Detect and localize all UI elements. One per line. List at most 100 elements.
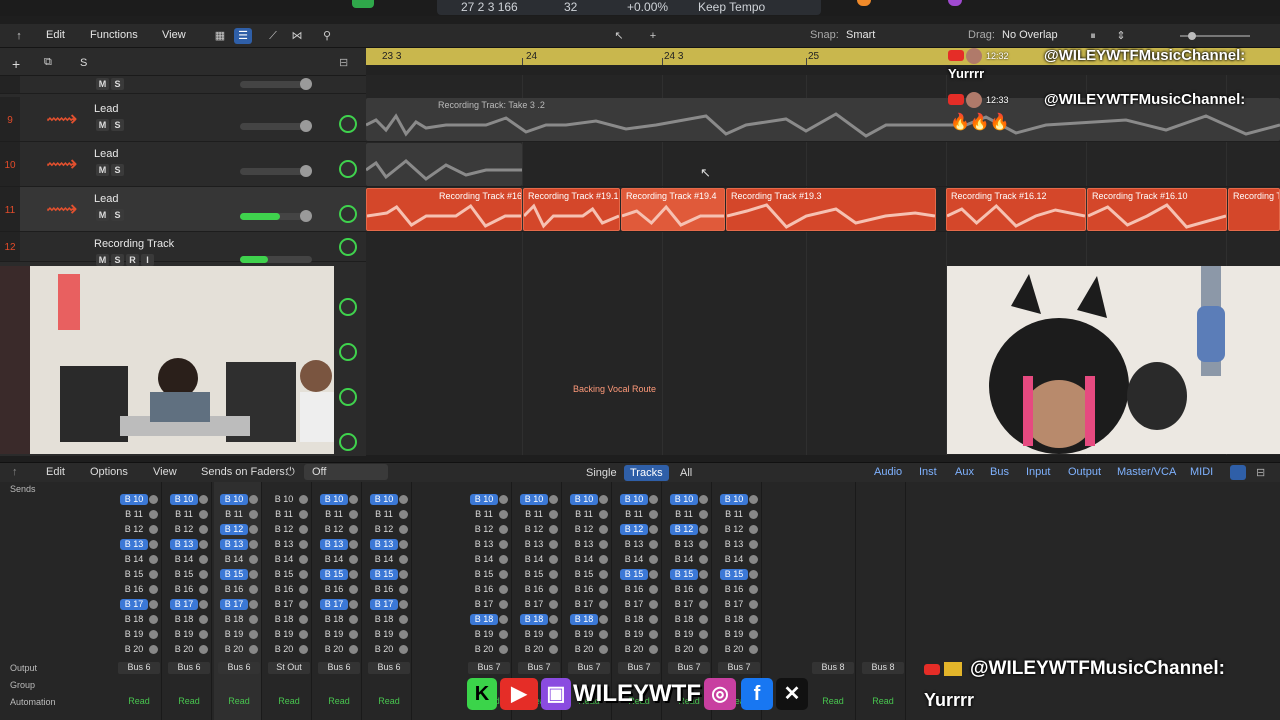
send-slot[interactable]: B 12: [118, 524, 160, 536]
snap-select[interactable]: Smart: [846, 29, 875, 41]
send-level-knob[interactable]: [149, 600, 158, 609]
send-level-knob[interactable]: [599, 495, 608, 504]
send-slot[interactable]: B 17: [668, 599, 710, 611]
send-slot[interactable]: B 11: [168, 509, 210, 521]
track-name[interactable]: Lead: [94, 193, 118, 205]
send-slot[interactable]: B 19: [368, 629, 410, 641]
send-level-knob[interactable]: [499, 510, 508, 519]
filter-aux[interactable]: Aux: [955, 466, 974, 478]
global-solo-button[interactable]: S: [80, 57, 87, 69]
record-enable-button[interactable]: R: [126, 254, 139, 266]
send-level-knob[interactable]: [599, 615, 608, 624]
send-level-knob[interactable]: [649, 585, 658, 594]
send-level-knob[interactable]: [749, 630, 758, 639]
send-slot[interactable]: B 16: [318, 584, 360, 596]
send-slot[interactable]: B 13: [468, 539, 510, 551]
send-level-knob[interactable]: [699, 645, 708, 654]
automation-mode[interactable]: Read: [268, 696, 310, 707]
send-level-knob[interactable]: [399, 645, 408, 654]
send-level-knob[interactable]: [599, 600, 608, 609]
send-slot[interactable]: B 15: [168, 569, 210, 581]
track-name[interactable]: Lead: [94, 148, 118, 160]
send-level-knob[interactable]: [349, 495, 358, 504]
send-slot[interactable]: B 17: [518, 599, 560, 611]
send-level-knob[interactable]: [549, 540, 558, 549]
send-level-knob[interactable]: [199, 600, 208, 609]
send-level-knob[interactable]: [149, 615, 158, 624]
audio-region[interactable]: Recording Track #16.12: [946, 188, 1086, 231]
all-view-tab[interactable]: All: [674, 465, 698, 481]
send-level-knob[interactable]: [549, 645, 558, 654]
send-level-knob[interactable]: [599, 630, 608, 639]
automation-mode[interactable]: Read: [368, 696, 410, 707]
send-slot[interactable]: B 10: [468, 494, 510, 506]
duplicate-track-icon[interactable]: ⧉: [44, 56, 52, 69]
pan-knob[interactable]: [339, 433, 357, 451]
automation-mode[interactable]: Read: [168, 696, 210, 707]
pencil-tool-icon[interactable]: +: [644, 28, 662, 44]
send-level-knob[interactable]: [699, 600, 708, 609]
send-level-knob[interactable]: [349, 645, 358, 654]
send-slot[interactable]: B 15: [218, 569, 260, 581]
send-level-knob[interactable]: [249, 540, 258, 549]
send-slot[interactable]: B 16: [668, 584, 710, 596]
output-slot[interactable]: Bus 6: [218, 662, 260, 674]
send-slot[interactable]: B 20: [318, 644, 360, 656]
send-level-knob[interactable]: [149, 570, 158, 579]
send-slot[interactable]: B 10: [668, 494, 710, 506]
send-level-knob[interactable]: [649, 540, 658, 549]
send-level-knob[interactable]: [299, 585, 308, 594]
output-slot[interactable]: Bus 8: [812, 662, 854, 674]
send-slot[interactable]: B 13: [618, 539, 660, 551]
send-slot[interactable]: B 16: [518, 584, 560, 596]
metronome-icon[interactable]: [857, 0, 871, 6]
send-slot[interactable]: B 18: [518, 614, 560, 626]
send-level-knob[interactable]: [349, 510, 358, 519]
send-level-knob[interactable]: [549, 555, 558, 564]
send-level-knob[interactable]: [649, 570, 658, 579]
send-slot[interactable]: B 16: [168, 584, 210, 596]
send-slot[interactable]: B 18: [318, 614, 360, 626]
send-slot[interactable]: B 16: [718, 584, 760, 596]
send-level-knob[interactable]: [199, 540, 208, 549]
single-view-tab[interactable]: Single: [580, 465, 623, 481]
send-level-knob[interactable]: [199, 495, 208, 504]
send-level-knob[interactable]: [599, 540, 608, 549]
mute-button[interactable]: M: [96, 209, 109, 221]
send-level-knob[interactable]: [499, 585, 508, 594]
send-level-knob[interactable]: [349, 525, 358, 534]
send-level-knob[interactable]: [749, 495, 758, 504]
audio-region[interactable]: Recording Track #16.10: [1087, 188, 1227, 231]
send-level-knob[interactable]: [749, 555, 758, 564]
track-name[interactable]: Recording Track: [94, 238, 174, 250]
play-button[interactable]: [352, 0, 374, 8]
send-slot[interactable]: B 11: [518, 509, 560, 521]
send-level-knob[interactable]: [549, 525, 558, 534]
send-level-knob[interactable]: [249, 615, 258, 624]
send-slot[interactable]: B 16: [618, 584, 660, 596]
send-slot[interactable]: B 10: [518, 494, 560, 506]
send-slot[interactable]: B 10: [618, 494, 660, 506]
solo-button[interactable]: S: [111, 119, 124, 131]
filter-audio[interactable]: Audio: [874, 466, 902, 478]
send-level-knob[interactable]: [749, 570, 758, 579]
send-slot[interactable]: B 18: [618, 614, 660, 626]
solo-button[interactable]: S: [111, 254, 124, 266]
send-level-knob[interactable]: [349, 555, 358, 564]
send-slot[interactable]: B 12: [318, 524, 360, 536]
output-slot[interactable]: Bus 8: [862, 662, 904, 674]
send-slot[interactable]: B 20: [368, 644, 410, 656]
automation-icon[interactable]: ⟋: [264, 28, 282, 44]
send-slot[interactable]: B 11: [618, 509, 660, 521]
send-slot[interactable]: B 10: [168, 494, 210, 506]
track-name[interactable]: Lead: [94, 103, 118, 115]
send-slot[interactable]: B 12: [568, 524, 610, 536]
sends-toggle-icon[interactable]: ⏻: [286, 466, 295, 479]
automation-mode[interactable]: Read: [812, 696, 854, 707]
send-level-knob[interactable]: [599, 525, 608, 534]
send-level-knob[interactable]: [249, 600, 258, 609]
send-level-knob[interactable]: [749, 645, 758, 654]
send-level-knob[interactable]: [149, 510, 158, 519]
send-slot[interactable]: B 19: [618, 629, 660, 641]
view-menu[interactable]: View: [162, 29, 186, 41]
